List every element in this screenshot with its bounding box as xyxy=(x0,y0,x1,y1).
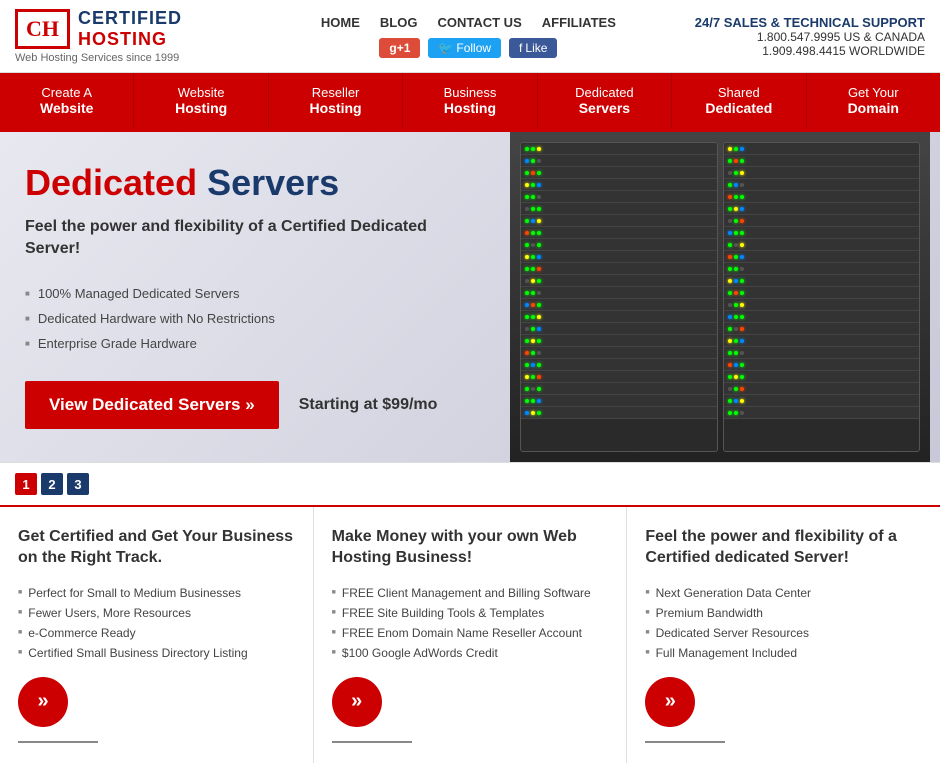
hero-content: Dedicated Servers Feel the power and fle… xyxy=(0,132,510,462)
col-3-item-4: Full Management Included xyxy=(645,643,922,663)
nav-get-domain[interactable]: Get Your Domain xyxy=(807,73,940,128)
col-3-item-3: Dedicated Server Resources xyxy=(645,623,922,643)
header: CH CERTIFIED HOSTING Web Hosting Service… xyxy=(0,0,940,73)
slider-dot-3[interactable]: 3 xyxy=(67,473,89,495)
nav-dedicated-servers-line1: Dedicated xyxy=(575,85,634,100)
nav-get-domain-line2: Domain xyxy=(848,100,899,116)
nav-center: HOME BLOG CONTACT US AFFILIATES g+1 🐦 Fo… xyxy=(182,15,695,58)
top-nav-links: HOME BLOG CONTACT US AFFILIATES xyxy=(321,15,616,30)
logo-text: CERTIFIED HOSTING xyxy=(78,8,182,50)
nav-website-hosting-line2: Hosting xyxy=(175,100,227,116)
col-3-list: Next Generation Data Center Premium Band… xyxy=(645,583,922,663)
nav-blog[interactable]: BLOG xyxy=(380,15,418,30)
col-1-item-2: Fewer Users, More Resources xyxy=(18,603,295,623)
col-1-divider xyxy=(18,741,98,743)
slider-dot-1[interactable]: 1 xyxy=(15,473,37,495)
gplus-button[interactable]: g+1 xyxy=(379,38,420,58)
hero-subtitle: Feel the power and flexibility of a Cert… xyxy=(25,216,485,261)
nav-create-website[interactable]: Create A Website xyxy=(0,73,134,128)
social-buttons: g+1 🐦 Follow f Like xyxy=(379,38,557,58)
col-1-list: Perfect for Small to Medium Businesses F… xyxy=(18,583,295,663)
hero-title-dark: Servers xyxy=(197,162,339,203)
view-dedicated-servers-button[interactable]: View Dedicated Servers » xyxy=(25,381,279,429)
bottom-col-2: Make Money with your own Web Hosting Bus… xyxy=(314,507,628,763)
nav-home[interactable]: HOME xyxy=(321,15,360,30)
nav-reseller-hosting-line1: Reseller xyxy=(312,85,360,100)
starting-price: Starting at $99/mo xyxy=(299,396,438,414)
logo-ch-box: CH xyxy=(15,9,70,49)
support-phone-world: 1.909.498.4415 WORLDWIDE xyxy=(695,44,925,58)
slider-dots: 1 2 3 xyxy=(0,462,940,505)
bottom-col-3: Feel the power and flexibility of a Cert… xyxy=(627,507,940,763)
support-area: 24/7 SALES & TECHNICAL SUPPORT 1.800.547… xyxy=(695,15,925,58)
nav-dedicated-servers-line2: Servers xyxy=(579,100,630,116)
nav-dedicated-servers[interactable]: Dedicated Servers xyxy=(538,73,672,128)
support-title: 24/7 SALES & TECHNICAL SUPPORT xyxy=(695,15,925,30)
col-3-item-1: Next Generation Data Center xyxy=(645,583,922,603)
twitter-label: Follow xyxy=(456,41,491,55)
nav-reseller-hosting[interactable]: Reseller Hosting xyxy=(269,73,403,128)
logo-area: CH CERTIFIED HOSTING Web Hosting Service… xyxy=(15,8,182,64)
nav-shared-dedicated-line1: Shared xyxy=(718,85,760,100)
hero-feature-1: 100% Managed Dedicated Servers xyxy=(25,281,485,306)
nav-shared-dedicated-line2: Dedicated xyxy=(705,100,772,116)
server-rack-2 xyxy=(723,142,921,452)
col-3-item-2: Premium Bandwidth xyxy=(645,603,922,623)
facebook-icon: f xyxy=(519,41,522,55)
support-phone-us: 1.800.547.9995 US & CANADA xyxy=(695,30,925,44)
hero-cta: View Dedicated Servers » Starting at $99… xyxy=(25,381,485,429)
nav-get-domain-line1: Get Your xyxy=(848,85,899,100)
col-3-title: Feel the power and flexibility of a Cert… xyxy=(645,527,922,569)
logo-hosting: HOSTING xyxy=(78,29,182,50)
slider-dot-2[interactable]: 2 xyxy=(41,473,63,495)
nav-reseller-hosting-line2: Hosting xyxy=(310,100,362,116)
server-rack-1 xyxy=(520,142,718,452)
twitter-follow-button[interactable]: 🐦 Follow xyxy=(428,38,501,58)
hero-feature-3: Enterprise Grade Hardware xyxy=(25,331,485,356)
col-2-title: Make Money with your own Web Hosting Bus… xyxy=(332,527,609,569)
twitter-icon: 🐦 xyxy=(438,41,453,55)
nav-affiliates[interactable]: AFFILIATES xyxy=(542,15,616,30)
nav-contact[interactable]: CONTACT US xyxy=(437,15,521,30)
col-2-item-3: FREE Enom Domain Name Reseller Account xyxy=(332,623,609,643)
col-3-divider xyxy=(645,741,725,743)
facebook-label: Like xyxy=(525,41,547,55)
nav-business-hosting-line2: Hosting xyxy=(444,100,496,116)
hero-title: Dedicated Servers xyxy=(25,162,485,204)
facebook-like-button[interactable]: f Like xyxy=(509,38,557,58)
bottom-row: Get Certified and Get Your Business on t… xyxy=(0,505,940,763)
hero-title-red: Dedicated xyxy=(25,162,197,203)
nav-business-hosting[interactable]: Business Hosting xyxy=(403,73,537,128)
nav-shared-dedicated[interactable]: Shared Dedicated xyxy=(672,73,806,128)
col-1-item-1: Perfect for Small to Medium Businesses xyxy=(18,583,295,603)
hero-section: Dedicated Servers Feel the power and fle… xyxy=(0,132,940,462)
main-navbar: Create A Website Website Hosting Reselle… xyxy=(0,73,940,128)
col-2-item-1: FREE Client Management and Billing Softw… xyxy=(332,583,609,603)
col-1-item-4: Certified Small Business Directory Listi… xyxy=(18,643,295,663)
nav-website-hosting-line1: Website xyxy=(178,85,225,100)
server-racks xyxy=(510,132,930,462)
nav-business-hosting-line1: Business xyxy=(444,85,497,100)
hero-server-image xyxy=(510,132,930,462)
logo-tagline: Web Hosting Services since 1999 xyxy=(15,52,179,64)
col-2-divider xyxy=(332,741,412,743)
bottom-col-1: Get Certified and Get Your Business on t… xyxy=(0,507,314,763)
col-2-item-4: $100 Google AdWords Credit xyxy=(332,643,609,663)
hero-features-list: 100% Managed Dedicated Servers Dedicated… xyxy=(25,281,485,356)
nav-create-website-line1: Create A xyxy=(41,85,92,100)
col-2-list: FREE Client Management and Billing Softw… xyxy=(332,583,609,663)
hero-feature-2: Dedicated Hardware with No Restrictions xyxy=(25,306,485,331)
col-1-title: Get Certified and Get Your Business on t… xyxy=(18,527,295,569)
col-2-item-2: FREE Site Building Tools & Templates xyxy=(332,603,609,623)
logo-certified: CERTIFIED xyxy=(78,8,182,29)
col-1-item-3: e-Commerce Ready xyxy=(18,623,295,643)
nav-create-website-line2: Website xyxy=(40,100,93,116)
nav-website-hosting[interactable]: Website Hosting xyxy=(134,73,268,128)
